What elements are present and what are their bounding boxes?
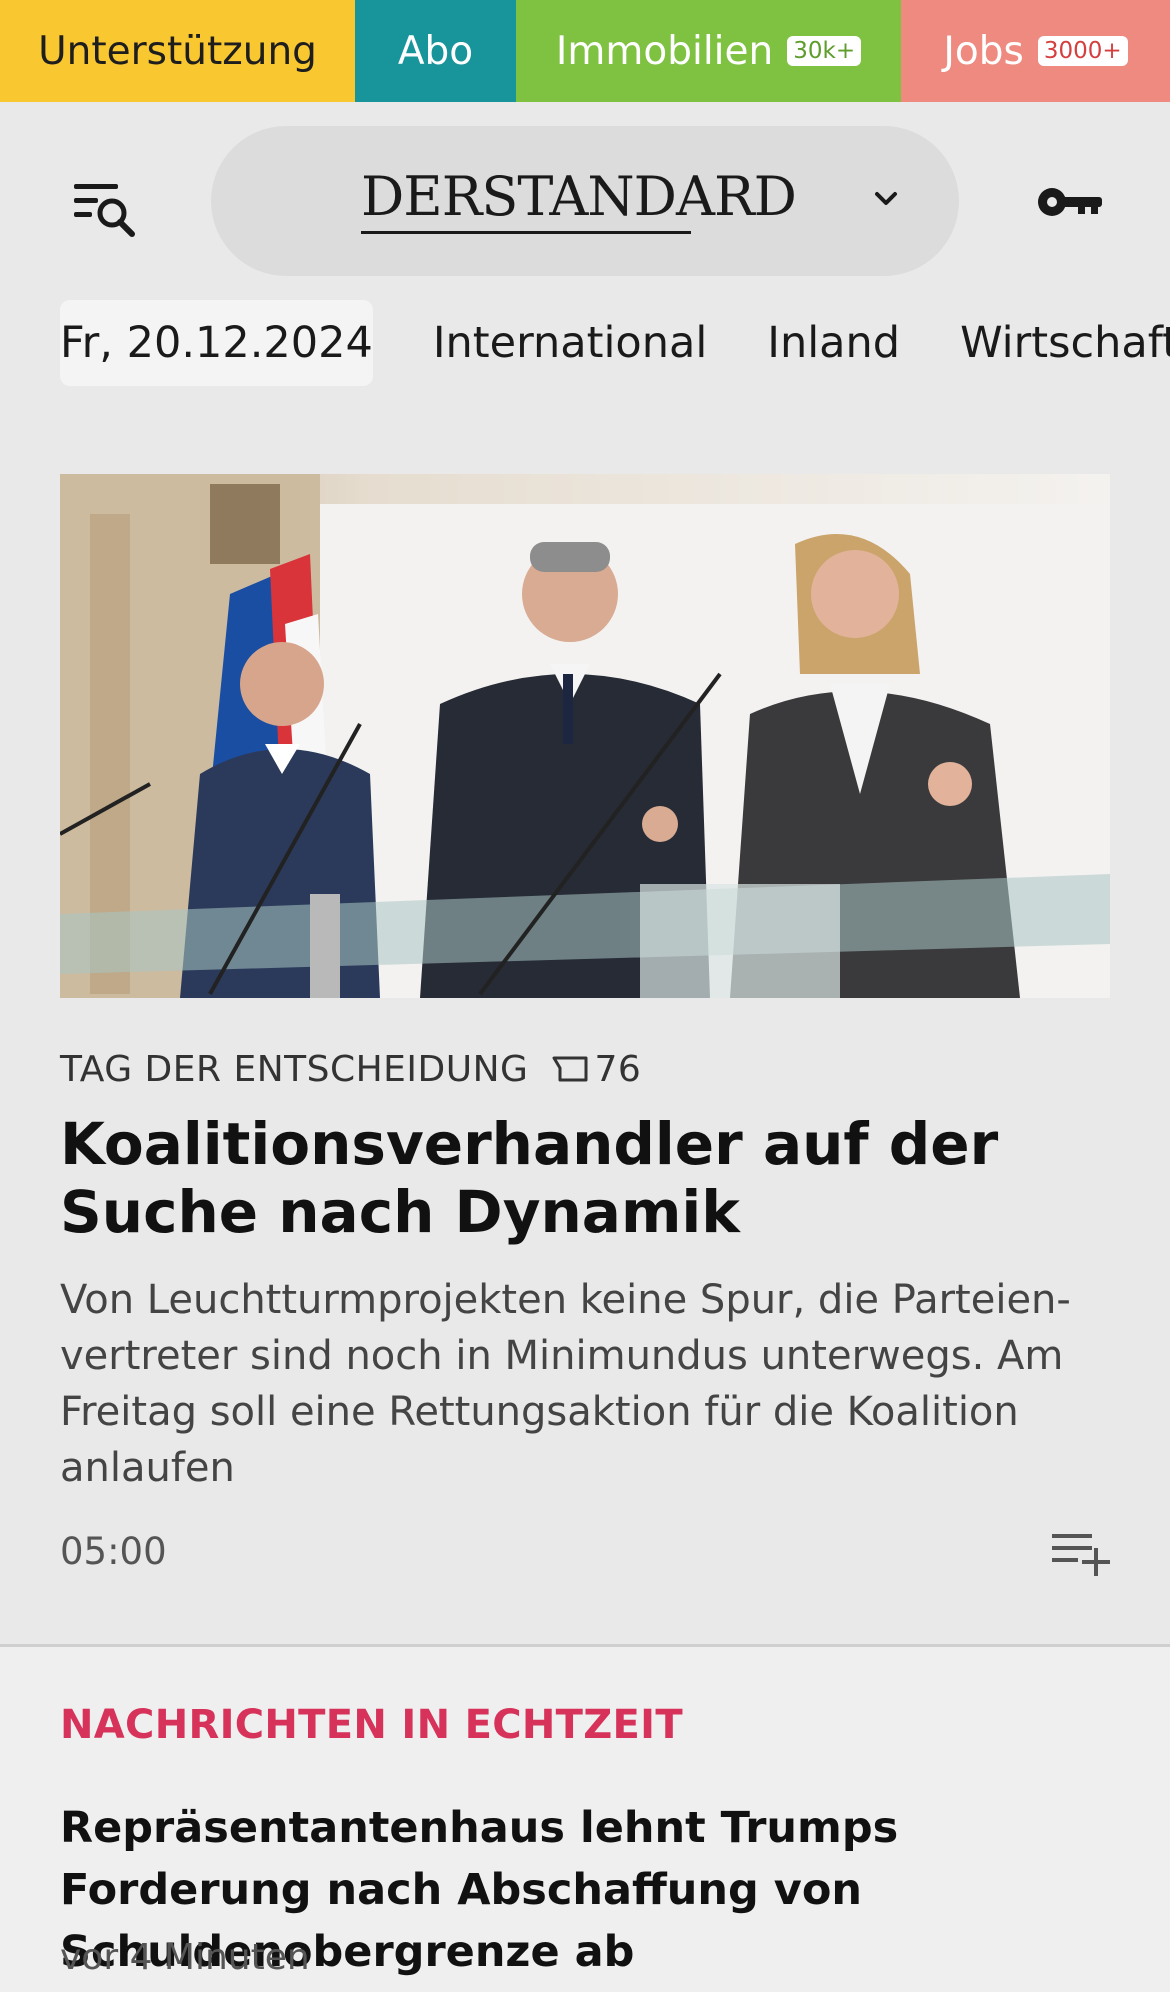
menu-search-icon[interactable] (72, 180, 138, 240)
immobilien-label: Immobilien (555, 28, 774, 74)
logo-dropdown[interactable]: DERSTANDARD (211, 126, 959, 276)
live-news-time: vor 4 Minuten (60, 1937, 310, 1978)
hero-photo[interactable] (60, 474, 1110, 998)
article-kicker-row: TAG DER ENTSCHEIDUNG 76 (60, 1044, 641, 1094)
nav-item-international[interactable]: International (433, 318, 707, 368)
abo-label: Abo (397, 28, 474, 74)
immobilien-link[interactable]: Immobilien 30k+ (516, 0, 901, 102)
article-teaser[interactable]: Von Leuchtturmprojekten keine Spur, die … (60, 1272, 1110, 1496)
top-service-bar: Unterstützung Abo Immobilien 30k+ Jobs 3… (0, 0, 1170, 102)
article-kicker: TAG DER ENTSCHEIDUNG (60, 1048, 529, 1090)
jobs-link[interactable]: Jobs 3000+ (901, 0, 1170, 102)
support-link[interactable]: Unterstützung (0, 0, 355, 102)
key-icon[interactable] (1036, 180, 1106, 224)
live-news-label[interactable]: NACHRICHTEN IN ECHTZEIT (60, 1702, 683, 1748)
jobs-label: Jobs (943, 28, 1024, 74)
nav-item-wirtschaft[interactable]: Wirtschaft (960, 318, 1170, 368)
chevron-down-icon (875, 192, 897, 205)
playlist-add-icon[interactable] (1050, 1530, 1112, 1578)
abo-link[interactable]: Abo (355, 0, 516, 102)
live-news-section: NACHRICHTEN IN ECHTZEIT Repräsentantenha… (0, 1647, 1170, 1992)
nav-item-inland[interactable]: Inland (767, 318, 900, 368)
article-timestamp: 05:00 (60, 1530, 167, 1573)
immobilien-count-badge: 30k+ (787, 36, 862, 66)
site-logo: DERSTANDARD (361, 166, 797, 234)
comment-count[interactable]: 76 (594, 1049, 641, 1090)
jobs-count-badge: 3000+ (1037, 36, 1128, 66)
comment-icon (552, 1056, 588, 1082)
article-headline[interactable]: Koalitionsverhandler auf der Suche nach … (60, 1110, 1120, 1246)
support-label: Unterstützung (38, 28, 317, 74)
date-chip[interactable]: Fr, 20.12.2024 (60, 300, 373, 386)
section-nav: Fr, 20.12.2024 International Inland Wirt… (0, 300, 1170, 386)
